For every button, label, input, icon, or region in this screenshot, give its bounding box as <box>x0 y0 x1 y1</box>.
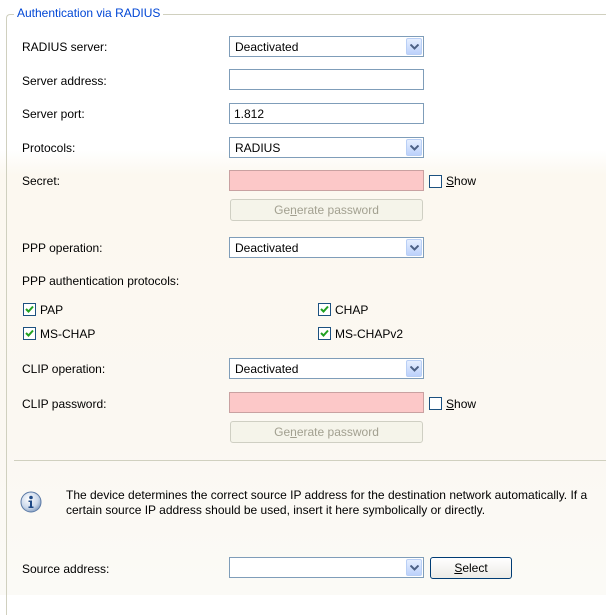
secret-input[interactable] <box>229 170 424 191</box>
checkmark-icon <box>25 329 34 337</box>
clip-operation-value: Deactivated <box>235 362 299 376</box>
ppp-operation-value: Deactivated <box>235 241 299 255</box>
info-icon <box>20 491 42 513</box>
radius-server-value: Deactivated <box>235 40 299 54</box>
clip-show-label: Show <box>446 397 477 411</box>
protocols-value: RADIUS <box>235 141 281 155</box>
chevron-down-icon[interactable] <box>406 239 422 256</box>
ms-chapv2-checkbox[interactable] <box>318 327 331 340</box>
secret-show-checkbox[interactable] <box>429 175 442 188</box>
ppp-auth-label: PPP authentication protocols: <box>22 274 180 288</box>
checkmark-icon <box>320 305 329 313</box>
radius-server-select[interactable]: Deactivated <box>229 36 424 57</box>
select-button[interactable]: Select <box>430 557 512 579</box>
server-address-input[interactable] <box>229 69 424 90</box>
ppp-operation-label: PPP operation: <box>22 241 103 255</box>
clip-password-label: CLIP password: <box>22 397 107 411</box>
clip-operation-select[interactable]: Deactivated <box>229 358 424 379</box>
secret-label: Secret: <box>22 174 61 188</box>
chap-label: CHAP <box>335 303 369 317</box>
chevron-down-icon[interactable] <box>406 38 422 55</box>
source-address-combobox[interactable] <box>229 557 424 578</box>
group-title: Authentication via RADIUS <box>14 5 164 21</box>
ms-chap-label: MS-CHAP <box>40 327 96 341</box>
info-text: The device determines the correct source… <box>66 488 588 517</box>
server-port-label: Server port: <box>22 107 85 121</box>
ms-chap-checkbox[interactable] <box>23 327 36 340</box>
clip-generate-password-button[interactable]: Generate password <box>230 421 423 443</box>
source-address-label: Source address: <box>22 562 110 576</box>
clip-password-input[interactable] <box>229 392 424 413</box>
pap-label: PAP <box>40 303 64 317</box>
chevron-down-icon[interactable] <box>406 360 422 377</box>
chevron-down-icon[interactable] <box>406 139 422 156</box>
server-port-value: 1.812 <box>234 107 265 121</box>
chap-checkbox[interactable] <box>318 303 331 316</box>
protocols-label: Protocols: <box>22 141 76 155</box>
server-port-input[interactable]: 1.812 <box>229 103 424 124</box>
server-address-label: Server address: <box>22 74 107 88</box>
ppp-operation-select[interactable]: Deactivated <box>229 237 424 258</box>
clip-operation-label: CLIP operation: <box>22 362 106 376</box>
pap-checkbox[interactable] <box>23 303 36 316</box>
ms-chapv2-label: MS-CHAPv2 <box>335 327 404 341</box>
checkmark-icon <box>25 305 34 313</box>
secret-show-label: Show <box>446 174 477 188</box>
protocols-select[interactable]: RADIUS <box>229 137 424 158</box>
secret-generate-password-button[interactable]: Generate password <box>230 199 423 221</box>
separator <box>14 460 606 461</box>
radius-server-label: RADIUS server: <box>22 40 108 54</box>
chevron-down-icon[interactable] <box>406 559 422 576</box>
clip-show-checkbox[interactable] <box>429 397 442 410</box>
checkmark-icon <box>320 329 329 337</box>
